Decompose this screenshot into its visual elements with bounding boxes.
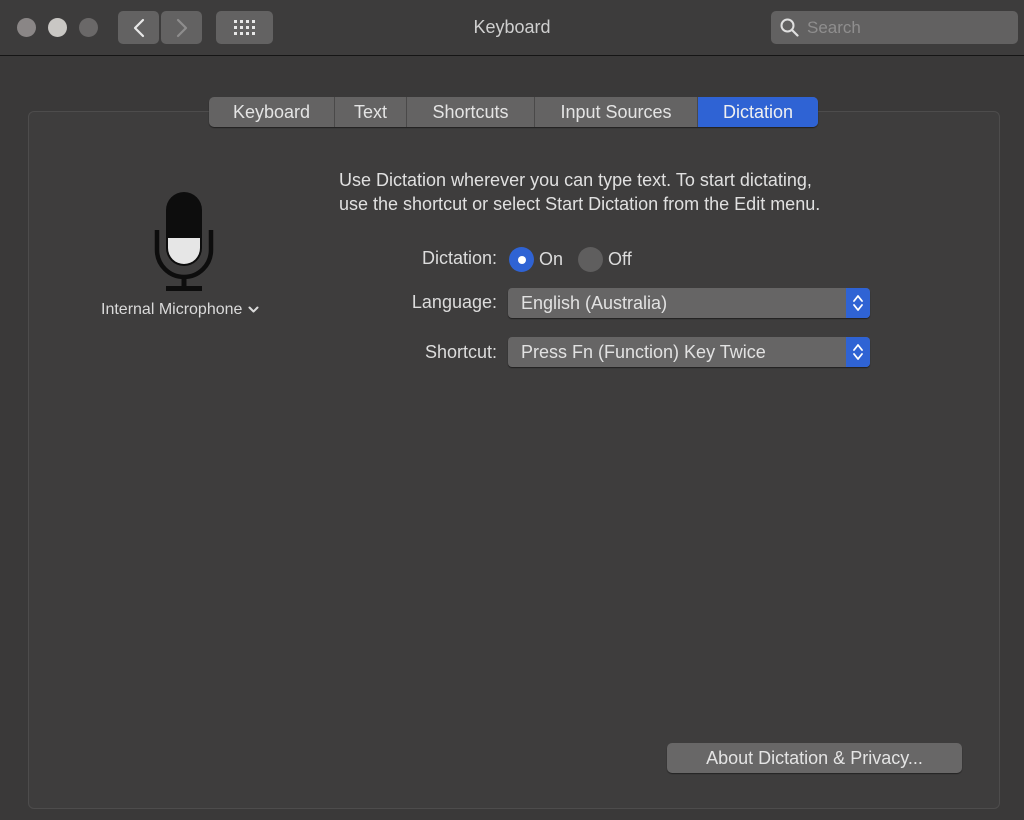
tab-shortcuts[interactable]: Shortcuts	[407, 97, 535, 127]
description-line-2: use the shortcut or select Start Dictati…	[339, 194, 821, 214]
dictation-off-radio[interactable]	[578, 247, 604, 272]
dictation-off-label[interactable]: Off	[608, 249, 632, 270]
language-popup[interactable]: English (Australia)	[508, 288, 870, 318]
microphone-source-popup[interactable]: Internal Microphone	[101, 301, 259, 319]
dictation-radio-group: On Off	[509, 247, 647, 272]
microphone-icon	[154, 192, 214, 291]
language-value: English (Australia)	[521, 292, 668, 313]
dictation-on-radio[interactable]	[509, 247, 534, 272]
up-down-chevron-icon	[853, 344, 863, 360]
shortcut-value: Press Fn (Function) Key Twice	[521, 341, 766, 362]
language-label: Language:	[411, 292, 497, 312]
language-stepper[interactable]	[846, 288, 870, 318]
about-dictation-privacy-button[interactable]: About Dictation & Privacy...	[667, 743, 962, 773]
search-input[interactable]	[807, 17, 1007, 38]
tab-dictation[interactable]: Dictation	[698, 97, 818, 127]
shortcut-popup[interactable]: Press Fn (Function) Key Twice	[508, 337, 870, 367]
title-bar: Keyboard	[0, 0, 1024, 56]
dictation-description: Use Dictation wherever you can type text…	[339, 168, 959, 216]
tab-text[interactable]: Text	[335, 97, 407, 127]
chevron-down-icon	[248, 306, 259, 313]
dictation-label: Dictation:	[421, 248, 497, 268]
shortcut-stepper[interactable]	[846, 337, 870, 367]
search-icon	[780, 18, 799, 37]
tab-bar: Keyboard Text Shortcuts Input Sources Di…	[209, 97, 818, 127]
description-line-1: Use Dictation wherever you can type text…	[339, 170, 812, 190]
tab-keyboard[interactable]: Keyboard	[209, 97, 335, 127]
microphone-source-label: Internal Microphone	[101, 301, 243, 318]
dictation-on-label[interactable]: On	[539, 249, 563, 270]
up-down-chevron-icon	[853, 295, 863, 311]
tab-input-sources[interactable]: Input Sources	[535, 97, 698, 127]
shortcut-label: Shortcut:	[424, 342, 497, 362]
search-field[interactable]	[771, 11, 1018, 44]
